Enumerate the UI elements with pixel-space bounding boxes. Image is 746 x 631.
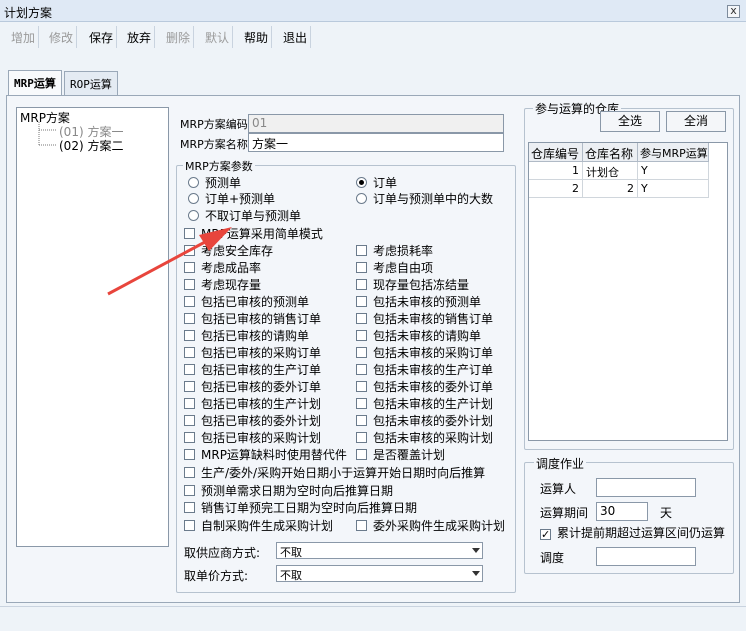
annotation-arrow-icon	[107, 227, 232, 296]
